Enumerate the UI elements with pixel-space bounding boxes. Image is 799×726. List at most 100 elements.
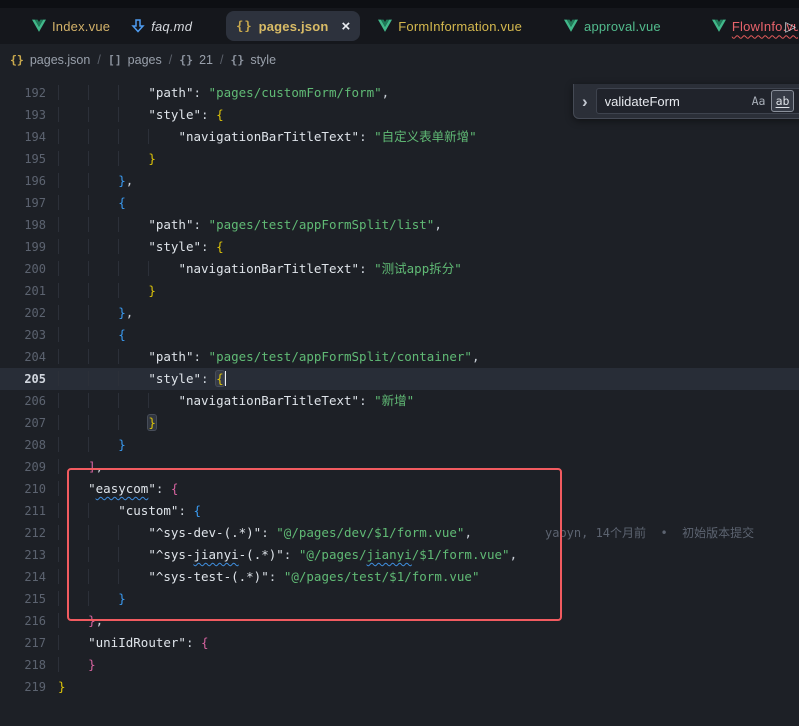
code-line[interactable]: 194 "navigationBarTitleText": "自定义表单新增" (0, 126, 799, 148)
vue-icon (32, 19, 46, 33)
find-option-Aa[interactable]: Aa (748, 91, 769, 111)
line-number[interactable]: 195 (0, 148, 46, 170)
tab-pages-json[interactable]: {}pages.json× (226, 11, 360, 41)
line-number[interactable]: 208 (0, 434, 46, 456)
code-line-current[interactable]: 205 "style": { (0, 368, 799, 390)
tab-index-vue[interactable]: Index.vue (30, 11, 112, 41)
code-line[interactable]: 196 }, (0, 170, 799, 192)
find-option-ab[interactable]: ab (771, 90, 794, 112)
line-number[interactable]: 217 (0, 632, 46, 654)
code-line[interactable]: 218 } (0, 654, 799, 676)
line-number[interactable]: 192 (0, 82, 46, 104)
indent-guide (88, 349, 118, 364)
code-line[interactable]: 200 "navigationBarTitleText": "测试app拆分" (0, 258, 799, 280)
breadcrumb-item-style[interactable]: {}style (230, 53, 276, 67)
indent-guide (58, 129, 88, 144)
code-line[interactable]: 210 "easycom": { (0, 478, 799, 500)
indent-guide (88, 173, 118, 188)
indent-guide (88, 195, 118, 210)
line-number[interactable]: 207 (0, 412, 46, 434)
line-number[interactable]: 215 (0, 588, 46, 610)
tab-faq-md[interactable]: faq.md (129, 11, 194, 41)
indent-guide (58, 525, 88, 540)
code-line[interactable]: 201 } (0, 280, 799, 302)
squiggle-token: easycom (96, 481, 149, 496)
code-line[interactable]: 197 { (0, 192, 799, 214)
breadcrumb-item-21[interactable]: {}21 (179, 53, 213, 67)
code-line[interactable]: 199 "style": { (0, 236, 799, 258)
code-line[interactable]: 207 } (0, 412, 799, 434)
code-line-text: ], (58, 456, 103, 478)
line-number[interactable]: 199 (0, 236, 46, 258)
find-collapse-chevron-icon[interactable]: › (580, 93, 590, 110)
line-number[interactable]: 206 (0, 390, 46, 412)
line-number[interactable]: 203 (0, 324, 46, 346)
indent-guide (58, 195, 88, 210)
line-number[interactable]: 196 (0, 170, 46, 192)
code-token: : (261, 525, 276, 540)
indent-guide (88, 393, 118, 408)
code-line[interactable]: 213 "^sys-jianyi-(.*)": "@/pages/jianyi/… (0, 544, 799, 566)
breadcrumb-separator: / (97, 53, 100, 67)
line-number[interactable]: 212 (0, 522, 46, 544)
tab-overflow-chevron-icon[interactable]: ▷ (785, 17, 796, 35)
line-number[interactable]: 201 (0, 280, 46, 302)
code-line[interactable]: 214 "^sys-test-(.*)": "@/pages/test/$1/f… (0, 566, 799, 588)
indent-guide (88, 217, 118, 232)
line-number[interactable]: 193 (0, 104, 46, 126)
code-line[interactable]: 198 "path": "pages/test/appFormSplit/lis… (0, 214, 799, 236)
code-token: "custom" (118, 503, 178, 518)
code-token: "^sys- (148, 547, 193, 562)
code-line[interactable]: 208 } (0, 434, 799, 456)
code-token: } (88, 613, 96, 628)
code-line[interactable]: 216 }, (0, 610, 799, 632)
code-line[interactable]: 211 "custom": { (0, 500, 799, 522)
line-number[interactable]: 210 (0, 478, 46, 500)
line-number[interactable]: 219 (0, 676, 46, 698)
code-line[interactable]: 204 "path": "pages/test/appFormSplit/con… (0, 346, 799, 368)
line-number[interactable]: 214 (0, 566, 46, 588)
code-token: { (118, 195, 126, 210)
code-token: "^sys-test-(.*)" (148, 569, 268, 584)
indent-guide (58, 415, 88, 430)
line-number[interactable]: 216 (0, 610, 46, 632)
line-number[interactable]: 204 (0, 346, 46, 368)
text-cursor (225, 371, 227, 386)
line-number[interactable]: 209 (0, 456, 46, 478)
code-line[interactable]: 195 } (0, 148, 799, 170)
line-number[interactable]: 200 (0, 258, 46, 280)
line-number[interactable]: 197 (0, 192, 46, 214)
code-line[interactable]: 217 "uniIdRouter": { (0, 632, 799, 654)
code-token: { (216, 371, 224, 386)
code-token: { (194, 503, 202, 518)
code-token: : (269, 569, 284, 584)
code-token: , (96, 459, 104, 474)
breadcrumb-item-pages[interactable]: []pages (108, 53, 162, 67)
line-number[interactable]: 198 (0, 214, 46, 236)
tab-close-icon[interactable]: × (342, 19, 351, 34)
line-number[interactable]: 211 (0, 500, 46, 522)
code-token: "style" (148, 107, 201, 122)
code-line[interactable]: 206 "navigationBarTitleText": "新增" (0, 390, 799, 412)
line-number[interactable]: 205 (0, 368, 46, 390)
code-line[interactable]: 209 ], (0, 456, 799, 478)
line-number[interactable]: 213 (0, 544, 46, 566)
tab-approval-vue[interactable]: approval.vue (562, 11, 663, 41)
breadcrumb-item-pages-json[interactable]: {}pages.json (10, 53, 90, 67)
code-line[interactable]: 203 { (0, 324, 799, 346)
code-line-text: "path": "pages/customForm/form", (58, 82, 389, 104)
code-token: "navigationBarTitleText" (178, 393, 359, 408)
tab-forminformation-vue[interactable]: FormInformation.vue (376, 11, 524, 41)
code-editor[interactable]: 192 "path": "pages/customForm/form",193 … (0, 76, 799, 726)
line-number[interactable]: 194 (0, 126, 46, 148)
indent-guide (88, 371, 118, 386)
find-input[interactable] (597, 94, 717, 109)
code-line[interactable]: 215 } (0, 588, 799, 610)
code-token: : (201, 107, 216, 122)
code-line[interactable]: 202 }, (0, 302, 799, 324)
line-number[interactable]: 202 (0, 302, 46, 324)
line-number[interactable]: 218 (0, 654, 46, 676)
code-line[interactable]: 219} (0, 676, 799, 698)
code-line[interactable]: 212 "^sys-dev-(.*)": "@/pages/dev/$1/for… (0, 522, 799, 544)
indent-guide (58, 503, 88, 518)
